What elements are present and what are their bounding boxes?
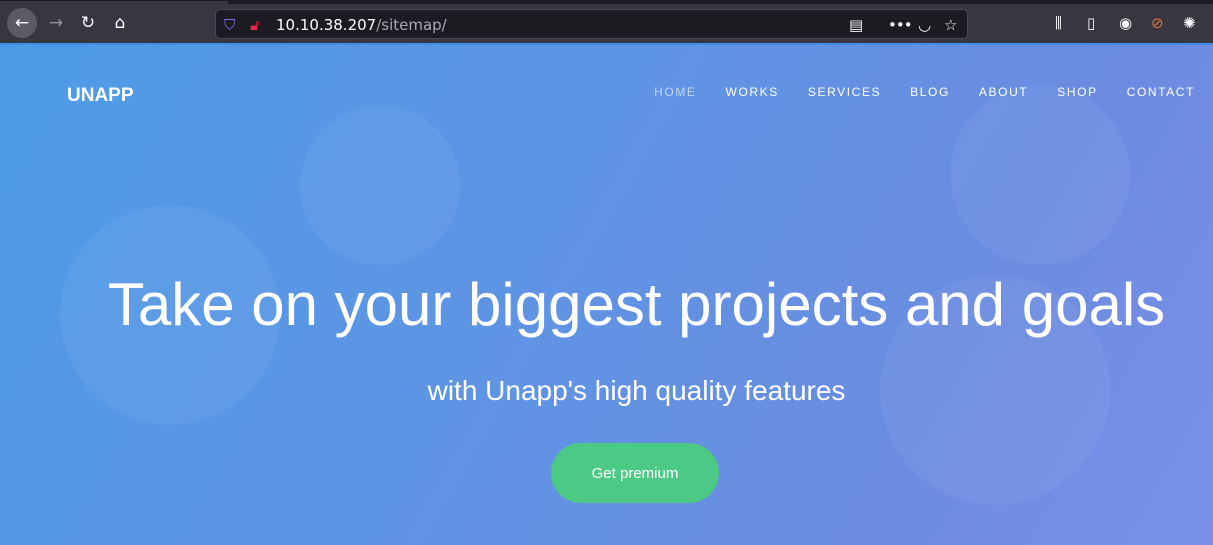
cookie-icon[interactable]: ✺: [1183, 14, 1196, 32]
background-bokeh: [950, 85, 1130, 265]
nav-contact[interactable]: CONTACT: [1127, 85, 1195, 99]
nav-blog[interactable]: BLOG: [910, 85, 950, 99]
bookmark-star-icon[interactable]: ☆: [944, 16, 957, 34]
forward-button[interactable]: →: [41, 8, 71, 38]
library-icon[interactable]: ⫼: [1055, 14, 1062, 32]
back-button[interactable]: ←: [7, 8, 37, 38]
browser-toolbar: ← → ↻ ⌂ ⛉ 🔓︎ 10.10.38.207/sitemap/ ▤ •••…: [0, 0, 1213, 43]
nav-about[interactable]: ABOUT: [979, 85, 1028, 99]
hero-section: UNAPP HOME WORKS SERVICES BLOG ABOUT SHO…: [0, 43, 1213, 545]
tab-strip-edge: [228, 1, 1213, 4]
get-premium-button[interactable]: Get premium: [551, 443, 719, 503]
nav-shop[interactable]: SHOP: [1057, 85, 1097, 99]
main-nav: HOME WORKS SERVICES BLOG ABOUT SHOP CONT…: [654, 85, 1195, 99]
reload-button[interactable]: ↻: [73, 8, 103, 38]
hero-headline: Take on your biggest projects and goals: [107, 271, 1166, 338]
nav-works[interactable]: WORKS: [726, 85, 779, 99]
home-button[interactable]: ⌂: [105, 8, 135, 38]
more-actions-icon[interactable]: •••: [888, 16, 913, 34]
pocket-icon[interactable]: ◡: [918, 16, 931, 34]
nav-services[interactable]: SERVICES: [808, 85, 881, 99]
extension-icon[interactable]: ⊘: [1151, 14, 1164, 32]
site-logo[interactable]: UNAPP: [67, 85, 134, 107]
url-text[interactable]: 10.10.38.207/sitemap/: [276, 16, 447, 34]
background-bokeh: [300, 105, 460, 265]
hero-subheadline: with Unapp's high quality features: [427, 375, 846, 406]
reader-view-icon[interactable]: ▤: [849, 16, 863, 34]
nav-home[interactable]: HOME: [654, 85, 696, 99]
account-icon[interactable]: ◉: [1119, 14, 1132, 32]
url-bar[interactable]: ⛉ 🔓︎ 10.10.38.207/sitemap/ ▤ ••• ◡ ☆: [215, 9, 968, 39]
tracking-shield-icon[interactable]: ⛉: [224, 16, 235, 34]
sidebar-icon[interactable]: ▯: [1087, 14, 1095, 32]
insecure-lock-icon[interactable]: 🔓︎: [250, 16, 260, 34]
